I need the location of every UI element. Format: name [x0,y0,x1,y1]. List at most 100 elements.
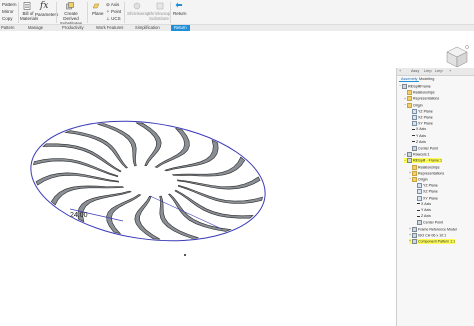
plane-icon [417,183,422,189]
tree-node[interactable]: − Origin [409,177,428,182]
shrinkwrap-substitute-button[interactable]: Shrinkwrap Substitute [147,11,171,21]
tree-node[interactable]: Relationships [409,164,440,170]
browser-tab-strip: + Assy Lerp Lerp + [397,68,474,76]
tree-node-label: Representations [418,171,445,176]
tree-node-label: Origin [418,177,428,182]
plane-icon [412,115,417,120]
rib-segment[interactable] [35,172,120,186]
tree-node[interactable]: X Axis [414,202,431,207]
return-icon[interactable] [175,2,184,10]
folder-icon [407,96,412,102]
rib-segment[interactable] [164,139,219,172]
browser-tab-lerp[interactable]: Lerp [424,69,432,73]
tree-node[interactable]: Y Axis [409,134,426,139]
plane-icon[interactable] [92,2,100,10]
plane-icon [412,108,417,114]
point-button[interactable]: ✧ Point [106,9,121,14]
tree-node[interactable]: + Representations [409,170,445,176]
tree-node[interactable]: Y Axis [414,208,431,213]
rib-segment[interactable] [135,122,162,167]
tree-node[interactable]: XY Plane [409,121,433,127]
plane-button[interactable]: Plane [92,11,104,16]
tree-node-label: Z Axis [416,139,426,144]
shrinkwrap-substitute-icon[interactable] [156,2,164,10]
browser-tab-add[interactable]: + [399,69,401,73]
browser-tab-assy[interactable]: Assy [411,69,419,73]
dimension-label[interactable]: 24.00 [70,212,88,219]
folder-icon [412,164,417,170]
mirror-button[interactable]: Mirror [2,9,14,14]
copy-button[interactable]: Copy [2,16,13,21]
tree-node-label: X Axis [421,201,431,206]
parameters-icon[interactable]: fx [40,1,48,11]
bill-of-materials-button[interactable]: Bill of Materials [20,11,38,21]
model-browser: + Assy Lerp Lerp + Assembly Modeling − Ri… [396,68,474,326]
ribbon-group-bar: Pattern Manage Productivity Work Feature… [0,24,474,31]
rib-segment[interactable] [134,195,161,240]
tree-node-label: YZ Plane [423,183,438,188]
bill-of-materials-icon[interactable] [23,2,31,10]
rib-segment[interactable] [154,127,190,168]
browser-tab-lerp-2[interactable]: Lerp [435,69,443,73]
tree-node[interactable]: − Origin [404,102,423,108]
tree-node[interactable]: XZ Plane [409,115,433,120]
tree-node[interactable]: + ISO CH 06 x 10:1 [409,232,447,238]
tree-node-label: Frame Reference Model [418,227,457,232]
tree-node[interactable]: + Frame Reference Model [409,226,457,232]
graphics-viewport[interactable]: 24.00 [0,31,396,326]
tree-node[interactable]: − RibSplit - Frame:1 [404,158,442,164]
tree-node[interactable]: YZ Plane [414,183,438,189]
tree-node[interactable]: − RibSplitFrame [399,84,431,89]
ucs-label: UCS [111,16,121,21]
tree-node-label: Representations [413,96,440,101]
tree-node[interactable]: Z Axis [409,140,426,145]
tree-node-label: RibSplit - Frame:1 [413,158,442,163]
tree-node[interactable]: + Representations [404,96,440,102]
tree-node-label: Relationships [413,90,435,95]
tree-node-label: Component Pattern 1:1 [418,239,456,244]
tree-node-label: Y Axis [416,133,426,138]
derived-substitute-icon[interactable] [66,2,74,10]
viewcube-icon[interactable] [444,44,470,70]
tree-node[interactable]: Relationships [404,90,435,96]
part-icon [407,158,412,164]
axis-button[interactable]: ⊘ Axis [106,2,119,7]
tree-node-label: X Axis [416,127,426,132]
axis-icon [417,215,420,217]
part-icon [417,220,422,226]
part-icon [412,146,417,151]
tree-node[interactable]: Center Point [414,220,443,226]
folder-icon [412,170,417,176]
rib-segment[interactable] [106,194,142,235]
tree-node[interactable]: + Component Pattern 1:1 [409,239,456,244]
return-button[interactable]: Return [173,11,187,16]
tree-node[interactable]: + Rawcels:1 [404,152,430,158]
tree-node[interactable]: XZ Plane [414,189,438,195]
tree-node[interactable]: Center Point [409,146,438,151]
rib-pattern[interactable] [33,122,263,240]
folder-icon [412,177,417,182]
tree-node-label: Relationships [418,165,440,170]
part-icon [412,239,417,244]
axis-icon [417,209,420,211]
tree-node-label: XY Plane [418,121,433,126]
axis-icon [412,135,415,137]
tree-node[interactable]: YZ Plane [409,108,433,114]
tree-node[interactable]: Z Axis [414,214,431,219]
folder-icon [407,102,412,108]
rib-segment[interactable] [176,176,261,190]
shrinkwrap-icon[interactable] [133,2,141,10]
tree-node-label: ISO CH 06 x 10:1 [418,233,447,238]
tree-node[interactable]: X Axis [409,127,426,132]
part-icon [412,226,417,232]
tab-modeling[interactable]: Modeling [417,77,436,81]
pattern-button[interactable]: Pattern [2,2,17,7]
tree-node-label: Rawcels:1 [413,152,430,157]
tree-node-label: Origin [413,103,423,108]
browser-tab-add-2[interactable]: + [449,69,451,73]
tree-node[interactable]: XY Plane [414,195,438,201]
tree-node-label: XZ Plane [418,115,433,120]
tree-node-label: XY Plane [423,196,438,201]
ucs-button[interactable]: ⊥ UCS [106,16,121,21]
parameters-button[interactable]: Parameters [35,12,58,17]
